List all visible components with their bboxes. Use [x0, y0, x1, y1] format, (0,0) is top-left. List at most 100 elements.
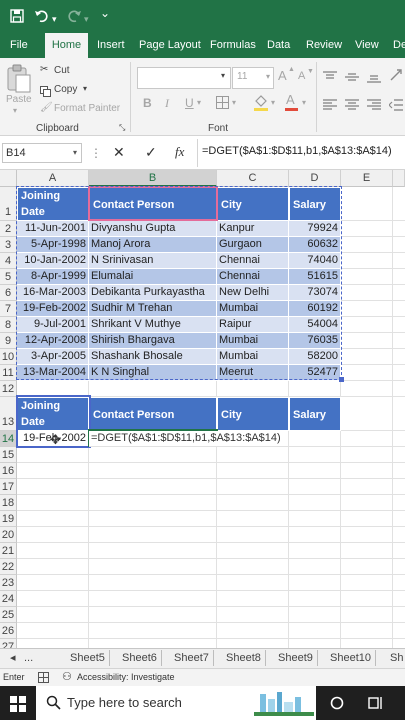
font-size-dropdown[interactable]: 11 ▾	[232, 67, 274, 89]
grid-cell[interactable]	[393, 333, 405, 349]
sheet-tab-sheet9[interactable]: Sheet9	[274, 650, 318, 666]
paste-icon[interactable]	[6, 64, 32, 94]
grid-cell[interactable]	[89, 495, 217, 511]
grid-cell[interactable]	[393, 365, 405, 381]
copy-button[interactable]: Copy	[54, 84, 77, 95]
grid-cell[interactable]	[393, 397, 405, 431]
grid-cell[interactable]	[393, 527, 405, 543]
row-header-26[interactable]: 26	[0, 623, 17, 639]
insert-function-button[interactable]: fx	[175, 144, 184, 160]
tab-page-layout[interactable]: Page Layout	[139, 33, 201, 58]
grid-cell[interactable]	[393, 431, 405, 447]
grid-cell[interactable]	[289, 431, 341, 447]
grid-cell[interactable]	[217, 479, 289, 495]
redo-icon[interactable]	[66, 9, 82, 25]
grid-cell[interactable]	[393, 495, 405, 511]
grid-cell[interactable]	[89, 447, 217, 463]
grid-cell[interactable]	[393, 447, 405, 463]
fill-color-dropdown-icon[interactable]: ▾	[271, 98, 275, 107]
grid-cell[interactable]	[289, 623, 341, 639]
grid-cell[interactable]	[217, 447, 289, 463]
grid-cell[interactable]	[341, 285, 393, 301]
save-icon[interactable]	[10, 9, 24, 25]
grid-cell[interactable]	[341, 639, 393, 648]
row-header-10[interactable]: 10	[0, 349, 17, 365]
sheet-tab-sheet5[interactable]: Sheet5	[66, 650, 110, 666]
grid-cell[interactable]	[217, 623, 289, 639]
range-resize-handle[interactable]	[339, 377, 344, 382]
grid-cell[interactable]	[217, 381, 289, 397]
grow-font-button[interactable]: A	[278, 68, 287, 83]
grid-cell[interactable]	[17, 559, 89, 575]
grid-cell[interactable]	[393, 639, 405, 648]
italic-button[interactable]: I	[165, 96, 169, 111]
accessibility-icon[interactable]: ⚇	[62, 669, 72, 686]
grid-cell[interactable]	[341, 447, 393, 463]
grid-cell[interactable]	[217, 639, 289, 648]
grid-cell[interactable]	[289, 543, 341, 559]
row-header-2[interactable]: 2	[0, 221, 17, 237]
accessibility-status[interactable]: Accessibility: Investigate	[77, 669, 175, 686]
task-view-icon[interactable]	[368, 696, 384, 715]
grid-cell[interactable]	[393, 559, 405, 575]
select-all-corner[interactable]	[0, 170, 17, 187]
grid-cell[interactable]	[341, 543, 393, 559]
cancel-icon[interactable]: ✕	[113, 144, 125, 161]
table2-header-cell[interactable]: Salary	[289, 397, 341, 431]
bold-button[interactable]: B	[143, 96, 152, 110]
grid-cell[interactable]	[217, 495, 289, 511]
clipboard-launcher-icon[interactable]: ⤡	[119, 123, 125, 133]
grid-cell[interactable]	[89, 479, 217, 495]
grid-cell[interactable]	[341, 559, 393, 575]
column-header-c[interactable]: C	[217, 170, 289, 187]
column-header-b[interactable]: B	[89, 170, 217, 187]
tab-developer[interactable]: Dev	[393, 33, 405, 58]
row-header-21[interactable]: 21	[0, 543, 17, 559]
sheet-tab-sheet10[interactable]: Sheet10	[326, 650, 376, 666]
grid-cell[interactable]	[341, 397, 393, 431]
sheet-tab-sheet8[interactable]: Sheet8	[222, 650, 266, 666]
row-header-7[interactable]: 7	[0, 301, 17, 317]
row-header-1[interactable]: 1	[0, 187, 17, 221]
grid-cell[interactable]	[341, 349, 393, 365]
row-header-12[interactable]: 12	[0, 381, 17, 397]
font-color-button[interactable]: A	[286, 92, 295, 107]
grid-cell[interactable]	[217, 575, 289, 591]
grid-cell[interactable]	[217, 591, 289, 607]
grid-cell[interactable]	[393, 317, 405, 333]
grid-cell[interactable]	[217, 527, 289, 543]
orientation-icon[interactable]	[389, 68, 403, 87]
format-painter-button[interactable]: Format Painter	[54, 103, 120, 114]
align-center-icon[interactable]	[345, 98, 359, 116]
underline-dropdown-icon[interactable]: ▾	[197, 98, 201, 107]
grid-cell[interactable]	[89, 511, 217, 527]
grid-cell[interactable]	[89, 527, 217, 543]
table2-header-cell[interactable]: City	[217, 397, 289, 431]
grid-cell[interactable]	[341, 511, 393, 527]
grid-cell[interactable]	[341, 381, 393, 397]
tab-review[interactable]: Review	[306, 33, 342, 58]
grid-cell[interactable]	[17, 511, 89, 527]
grid-cell[interactable]	[89, 591, 217, 607]
grid-cell[interactable]	[341, 301, 393, 317]
grid-cell[interactable]	[341, 495, 393, 511]
grid-cell[interactable]	[393, 591, 405, 607]
grid-cell[interactable]	[289, 607, 341, 623]
grid-cell[interactable]	[341, 463, 393, 479]
grid-cell[interactable]	[393, 269, 405, 285]
grid-cell[interactable]	[341, 479, 393, 495]
row-header-22[interactable]: 22	[0, 559, 17, 575]
cortana-icon[interactable]	[330, 696, 344, 715]
align-left-icon[interactable]	[323, 98, 337, 116]
row-header-18[interactable]: 18	[0, 495, 17, 511]
undo-dropdown-icon[interactable]: ▾	[52, 12, 57, 26]
grid-cell[interactable]	[89, 463, 217, 479]
grid-cell[interactable]	[217, 543, 289, 559]
grid-cell[interactable]	[393, 381, 405, 397]
row-header-25[interactable]: 25	[0, 607, 17, 623]
grid-cell[interactable]	[393, 187, 405, 221]
grid-cell[interactable]	[17, 543, 89, 559]
grid-cell[interactable]	[17, 495, 89, 511]
tab-view[interactable]: View	[355, 33, 379, 58]
grid-cell[interactable]	[217, 511, 289, 527]
